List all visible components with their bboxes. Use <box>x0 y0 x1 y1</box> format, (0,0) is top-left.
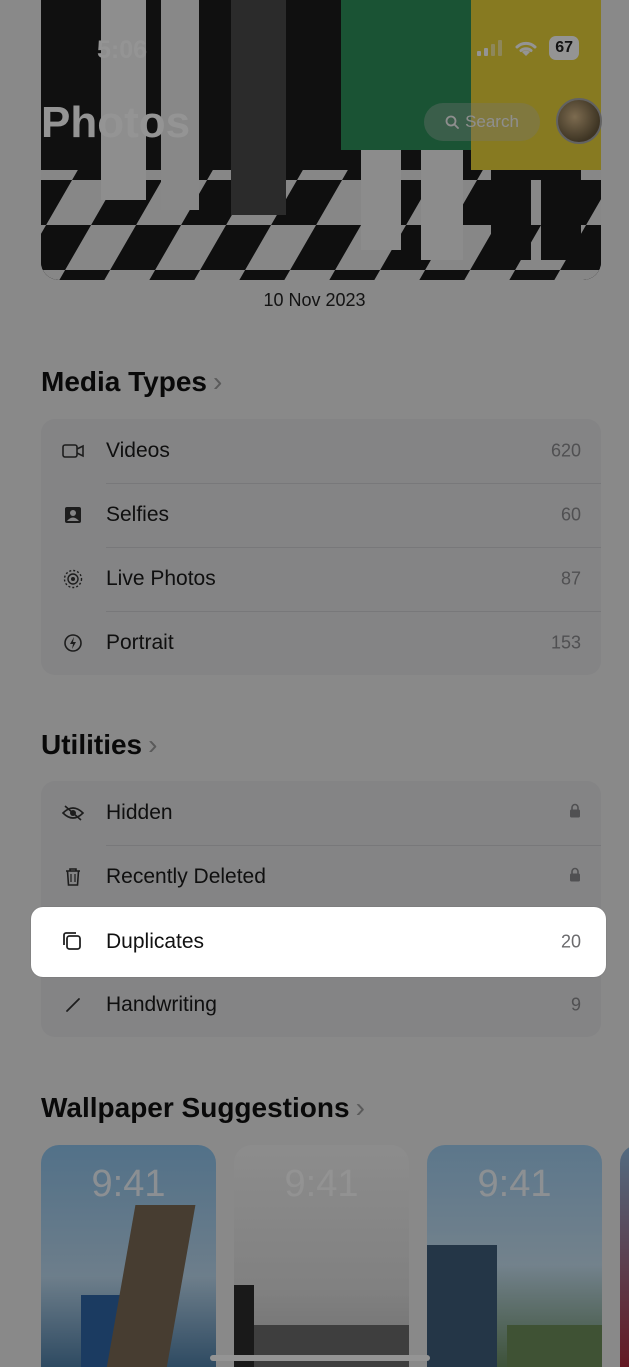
list-item-handwriting[interactable]: Handwriting 9 <box>41 973 601 1037</box>
video-icon <box>61 439 85 463</box>
list-item-label: Videos <box>106 439 170 462</box>
duplicates-icon <box>61 930 85 954</box>
wallpaper-suggestions-title: Wallpaper Suggestions <box>41 1092 350 1123</box>
status-bar: 5:06 67 <box>0 0 629 100</box>
home-indicator[interactable] <box>210 1355 430 1361</box>
list-item-label: Duplicates <box>106 930 205 953</box>
list-item-count: 9 <box>570 994 581 1015</box>
list-item-count: 153 <box>550 632 581 653</box>
media-types-list: Videos 620 Selfies 60 Live Photos 87 Por… <box>41 419 601 675</box>
list-item-label: Portrait <box>106 631 174 654</box>
chevron-right-icon: › <box>355 1092 365 1123</box>
wallpaper-suggestions-carousel[interactable]: 9:41 9:41 9:41 <box>41 1145 629 1367</box>
list-item-label: Recently Deleted <box>106 865 266 888</box>
list-item-videos[interactable]: Videos 620 <box>41 419 601 483</box>
handwriting-icon <box>61 993 85 1017</box>
list-item-selfies[interactable]: Selfies 60 <box>41 483 601 547</box>
live-photo-icon <box>61 567 85 591</box>
battery-indicator: 67 <box>549 36 579 60</box>
status-time: 5:06 <box>97 36 148 64</box>
selfie-icon <box>61 503 85 527</box>
portrait-icon <box>61 631 85 655</box>
page-title: Photos <box>41 98 191 147</box>
lock-icon <box>569 867 581 888</box>
media-types-header[interactable]: Media Types › <box>41 366 222 398</box>
hero-date: 10 Nov 2023 <box>263 290 366 310</box>
list-item-recently-deleted[interactable]: Recently Deleted <box>41 845 601 909</box>
list-item-label: Hidden <box>106 801 173 824</box>
lock-icon <box>569 803 581 824</box>
hidden-eye-icon <box>61 801 85 825</box>
profile-avatar[interactable] <box>556 98 602 144</box>
wallpaper-image <box>81 1205 196 1367</box>
list-item-count: 620 <box>550 440 581 461</box>
list-item-label: Selfies <box>106 503 170 526</box>
chevron-right-icon: › <box>148 729 158 760</box>
wallpaper-card-3[interactable]: 9:41 <box>427 1145 602 1367</box>
media-types-title: Media Types <box>41 366 207 397</box>
wallpaper-card-2[interactable]: 9:41 <box>234 1145 409 1367</box>
list-item-label: Live Photos <box>106 567 216 590</box>
utilities-title: Utilities <box>41 729 143 760</box>
utilities-header[interactable]: Utilities › <box>41 729 157 761</box>
list-item-count: 20 <box>560 931 581 952</box>
wallpaper-suggestions-header[interactable]: Wallpaper Suggestions › <box>41 1092 365 1124</box>
list-item-count: 60 <box>560 504 581 525</box>
list-item-live-photos[interactable]: Live Photos 87 <box>41 547 601 611</box>
list-item-duplicates[interactable]: Duplicates 20 <box>31 907 606 977</box>
photos-screen: 5:06 67 Photos Search 10 Nov 2023 Media … <box>0 0 629 1367</box>
search-button[interactable]: Search <box>424 103 540 141</box>
trash-icon <box>61 865 85 889</box>
search-label: Search <box>465 112 519 131</box>
wifi-icon <box>515 41 537 56</box>
wallpaper-image <box>234 1285 409 1367</box>
search-icon <box>445 115 459 129</box>
list-item-portrait[interactable]: Portrait 153 <box>41 611 601 675</box>
list-item-count: 87 <box>560 568 581 589</box>
cellular-signal-icon <box>477 40 503 56</box>
wallpaper-card-4-partial[interactable] <box>620 1145 629 1367</box>
list-item-label: Handwriting <box>106 993 217 1016</box>
status-icons: 67 <box>477 36 579 60</box>
list-item-hidden[interactable]: Hidden <box>41 781 601 845</box>
chevron-right-icon: › <box>212 366 223 397</box>
wallpaper-card-1[interactable]: 9:41 <box>41 1145 216 1367</box>
wallpaper-image <box>427 1245 602 1367</box>
